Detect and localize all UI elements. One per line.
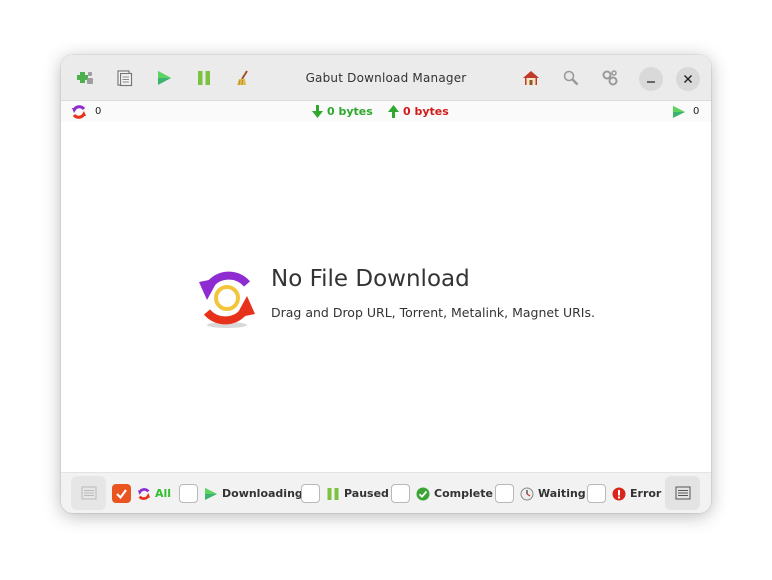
right-menu-button[interactable]: [665, 476, 700, 510]
gabut-logo-icon: [72, 104, 86, 119]
filter-all-label: All: [155, 487, 172, 500]
add-download-button[interactable]: [70, 63, 100, 93]
filter-waiting-label: Waiting: [538, 487, 586, 500]
empty-state-subtitle: Drag and Drop URL, Torrent, Metalink, Ma…: [271, 305, 595, 320]
active-count-stat: 0: [71, 101, 101, 122]
search-icon: [563, 70, 579, 86]
complete-icon: [416, 487, 430, 501]
download-list-area[interactable]: No File Download Drag and Drop URL, Torr…: [61, 122, 711, 472]
home-button[interactable]: [516, 63, 546, 93]
pause-all-button[interactable]: [189, 63, 219, 93]
download-speed: 0 bytes: [327, 105, 373, 118]
filter-paused-checkbox[interactable]: [301, 484, 320, 503]
upload-speed: 0 bytes: [403, 105, 449, 118]
running-count-stat: 0: [672, 101, 699, 122]
list-icon: [675, 486, 690, 500]
close-icon: [684, 75, 692, 83]
filter-downloading[interactable]: Downloading: [179, 483, 303, 504]
filter-waiting[interactable]: Waiting: [495, 483, 586, 504]
header-bar: Gabut Download Manager: [61, 55, 711, 101]
filter-downloading-checkbox[interactable]: [179, 484, 198, 503]
stats-bar: 0 0 bytes 0 bytes 0: [61, 101, 711, 122]
app-window: Gabut Download Manager 0 0 bytes 0 bytes…: [61, 55, 711, 513]
running-count: 0: [693, 106, 700, 117]
checkmark-icon: [116, 489, 127, 500]
clean-icon: [237, 70, 248, 86]
settings-icon: [602, 70, 618, 86]
add-icon: [77, 72, 93, 84]
home-icon: [523, 71, 539, 85]
all-downloads-icon: [137, 487, 151, 501]
filter-error-checkbox[interactable]: [587, 484, 606, 503]
filter-error-label: Error: [630, 487, 662, 500]
waiting-icon: [520, 487, 534, 501]
filter-complete-label: Complete: [434, 487, 493, 500]
pause-icon: [198, 71, 210, 85]
window-title: Gabut Download Manager: [305, 71, 467, 85]
filter-paused-label: Paused: [344, 487, 389, 500]
upload-arrow-icon: [388, 105, 399, 118]
downloading-icon: [204, 487, 218, 501]
download-speed-stat: 0 bytes: [312, 101, 373, 122]
play-icon: [673, 105, 685, 118]
filter-all-checkbox[interactable]: [112, 484, 131, 503]
clean-button[interactable]: [228, 63, 258, 93]
start-all-button[interactable]: [149, 63, 179, 93]
gabut-logo-large-icon: [199, 271, 255, 328]
filter-error[interactable]: Error: [587, 483, 661, 504]
settings-button[interactable]: [595, 63, 625, 93]
minimize-button[interactable]: [639, 67, 663, 91]
filter-complete[interactable]: Complete: [391, 483, 493, 504]
download-arrow-icon: [312, 105, 323, 118]
filter-downloading-label: Downloading: [222, 487, 303, 500]
error-icon: [612, 487, 626, 501]
bottom-bar: All Downloading Paused Complete Waiting …: [61, 472, 711, 513]
filter-waiting-checkbox[interactable]: [495, 484, 514, 503]
search-button[interactable]: [556, 63, 586, 93]
paused-icon: [326, 487, 340, 501]
filter-paused[interactable]: Paused: [301, 483, 389, 504]
properties-icon: [117, 70, 133, 87]
filter-all[interactable]: All: [112, 483, 171, 504]
active-count: 0: [95, 106, 102, 117]
empty-state-title: No File Download: [271, 266, 470, 292]
minimize-icon: [647, 81, 655, 83]
close-button[interactable]: [676, 67, 700, 91]
left-menu-button[interactable]: [71, 476, 106, 510]
list-icon: [81, 486, 96, 500]
properties-button[interactable]: [109, 63, 139, 93]
filter-complete-checkbox[interactable]: [391, 484, 410, 503]
upload-speed-stat: 0 bytes: [388, 101, 449, 122]
start-icon: [158, 71, 171, 85]
